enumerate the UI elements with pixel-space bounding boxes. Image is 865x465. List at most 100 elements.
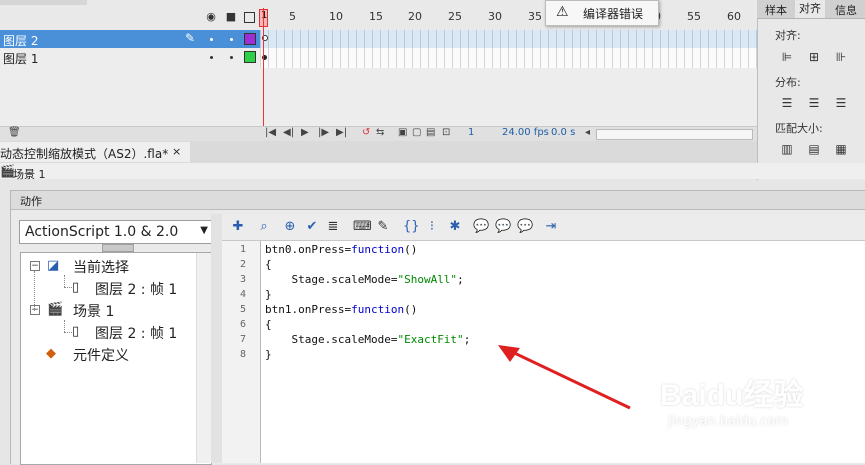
frame-number[interactable]: 30 [488,10,502,23]
warning-icon: ⚠ [556,4,569,20]
debug-options-icon[interactable]: ✎ [376,220,390,234]
edit-multiple-icon[interactable]: ▤ [426,127,435,138]
visibility-dot[interactable] [210,38,213,41]
loop-icon[interactable]: ↺ [362,127,370,138]
target-path-icon[interactable]: ⊕ [283,220,297,234]
code-line[interactable]: Stage.scaleMode="ShowAll"; [265,273,464,286]
match-width-height-icon[interactable]: ▦ [834,142,848,156]
frame-number[interactable]: 20 [408,10,422,23]
play-icon[interactable]: ▶ [301,127,309,138]
scene-bar: 🎬 场景 1 [0,163,865,182]
fps-readout[interactable]: 24.00 fps [502,127,549,138]
code-token: function [351,243,405,256]
eye-icon[interactable]: ◉ [205,11,217,23]
tab-align[interactable]: 对齐 [795,0,825,18]
panel-resize-handle[interactable] [102,244,134,252]
align-left-icon[interactable]: ⊫ [780,50,794,64]
modify-markers-icon[interactable]: ⊡ [442,127,450,138]
frame-number[interactable]: 25 [448,10,462,23]
distribute-top-icon[interactable]: ☰ [780,96,794,110]
tree-v-scrollbar[interactable] [196,253,211,463]
symbol-definitions-icon: ◆ [46,346,56,361]
collapse-icon[interactable]: − [30,305,40,315]
remove-comment-icon[interactable]: 💬 [517,220,533,234]
show-hide-toolbox-icon[interactable]: ⇥ [544,220,558,234]
onion-outline-icon[interactable]: ▢ [412,127,421,138]
time-readout[interactable]: 0.0 s [551,127,575,138]
scroll-left-icon[interactable]: ◂ [585,127,590,138]
check-syntax-icon[interactable]: ✔ [305,220,319,234]
collapse-selection-icon[interactable]: ⁝ [425,220,439,234]
code-token: btn1.onPress= [265,303,352,316]
scene-name[interactable]: 场景 1 [13,166,46,182]
layer-row-1[interactable]: 图层 1 [0,48,260,66]
distribute-bottom-icon[interactable]: ☰ [834,96,848,110]
tab-actions[interactable]: 动作 [20,193,42,209]
center-frame-icon[interactable]: ⇆ [376,127,384,138]
layer-color-swatch[interactable] [244,51,256,63]
document-tab[interactable]: 动态控制缩放模式（AS2）.fla* [0,142,190,162]
code-line[interactable]: } [265,288,272,301]
code-line[interactable]: btn0.onPress=function() [265,243,417,256]
first-frame-icon[interactable]: |◀ [265,127,276,138]
onion-skin-icon[interactable]: ▣ [398,127,407,138]
code-line[interactable]: { [265,318,272,331]
frame-number[interactable]: 60 [727,10,741,23]
tree-item-current-selection[interactable]: 当前选择 [73,257,129,277]
tree-item-symbol-definitions[interactable]: 元件定义 [73,345,129,365]
distribute-vcenter-icon[interactable]: ☰ [807,96,821,110]
line-comment-icon[interactable]: 💬 [495,220,511,234]
actionscript-version-select[interactable]: ActionScript 1.0 & 2.0 ▼ [19,220,213,244]
timeline-tab-strip[interactable] [0,0,87,5]
align-hcenter-icon[interactable]: ⊞ [807,50,821,64]
tab-swatches[interactable]: 样本 [765,2,787,18]
timeline-status-bar: 🗑 |◀ ◀| ▶ |▶ ▶| ↺ ⇆ ▣ ▢ ▤ ⊡ 1 24.00 fps … [0,126,757,141]
match-width-icon[interactable]: ▥ [780,142,794,156]
frame-number[interactable]: 5 [289,10,296,23]
match-height-icon[interactable]: ▤ [807,142,821,156]
close-tab-icon[interactable]: × [172,145,181,158]
align-right-icon[interactable]: ⊪ [834,50,848,64]
tree-item-current-frame[interactable]: 图层 2 : 帧 1 [95,279,177,299]
expand-all-icon[interactable]: ✱ [448,220,462,234]
playhead-frame: 1 [261,10,268,21]
visibility-dot[interactable] [210,56,213,59]
lock-dot[interactable] [230,38,233,41]
auto-format-icon[interactable]: ≣ [326,220,340,234]
frame-number[interactable]: 15 [369,10,383,23]
code-line[interactable]: } [265,348,272,361]
collapse-icon[interactable]: − [30,261,40,271]
tree-item-scene[interactable]: 场景 1 [73,301,114,321]
outline-icon[interactable] [244,12,255,23]
current-frame-readout[interactable]: 1 [468,127,474,138]
line-number: 5 [239,304,246,315]
prev-frame-icon[interactable]: ◀| [283,127,294,138]
code-line[interactable]: btn1.onPress=function() [265,303,417,316]
lock-dot[interactable] [230,56,233,59]
code-hint-icon[interactable]: ⌨ [353,220,372,234]
code-line[interactable]: Stage.scaleMode="ExactFit"; [265,333,470,346]
timeline-h-scrollbar[interactable] [596,129,753,140]
frame-number[interactable]: 35 [528,10,542,23]
compiler-errors-tooltip[interactable]: ⚠ 编译器错误 [545,0,659,26]
trash-icon[interactable]: 🗑 [8,127,21,138]
lock-icon[interactable]: ■ [225,11,237,23]
frame-number[interactable]: 55 [687,10,701,23]
code-line[interactable]: { [265,258,272,271]
layer-2-frames[interactable] [260,30,757,48]
frame-number[interactable]: 10 [329,10,343,23]
playhead-line [263,8,264,140]
tab-info[interactable]: 信息 [835,2,857,18]
next-frame-icon[interactable]: |▶ [318,127,329,138]
layer-color-swatch[interactable] [244,33,256,45]
layer-name: 图层 1 [3,52,39,66]
collapse-braces-icon[interactable]: {} [403,220,420,234]
block-comment-icon[interactable]: 💬 [473,220,489,234]
find-icon[interactable]: ⌕ [257,220,271,234]
document-tab-title: 动态控制缩放模式（AS2）.fla* [0,147,169,161]
layer-row-2[interactable]: 图层 2 ✎ [0,30,260,48]
last-frame-icon[interactable]: ▶| [336,127,347,138]
tree-item-scene-frame[interactable]: 图层 2 : 帧 1 [95,323,177,343]
code-token: ; [457,273,464,286]
add-statement-icon[interactable]: ✚ [231,220,245,234]
